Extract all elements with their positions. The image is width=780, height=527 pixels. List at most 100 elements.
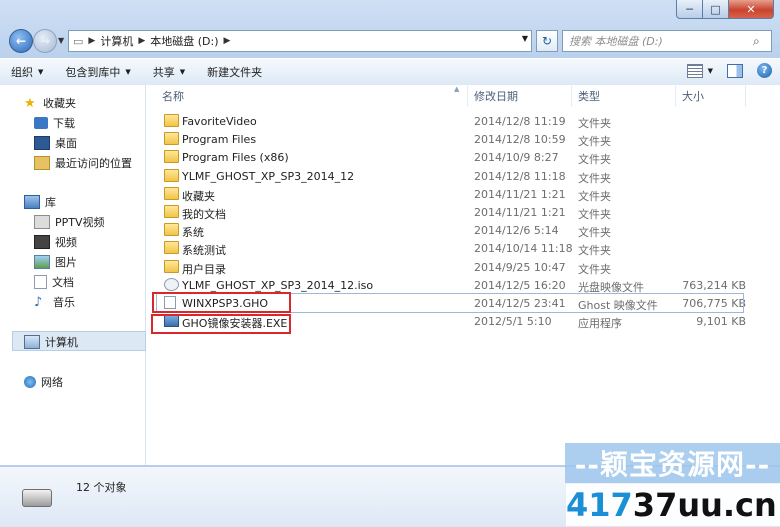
help-icon[interactable]: ? — [757, 63, 772, 78]
table-row[interactable]: 系统测试 2014/10/14 11:18 文件夹 — [156, 239, 746, 257]
chevron-right-icon[interactable]: ▶ — [137, 36, 146, 46]
sidebar-item-music[interactable]: ♪ 音乐 — [34, 294, 75, 310]
column-header-name[interactable]: 名称 — [156, 85, 468, 107]
view-list-icon — [686, 63, 703, 78]
chevron-right-icon[interactable]: ▶ — [87, 36, 96, 46]
sidebar-item-label: 下载 — [53, 117, 75, 130]
minimize-button[interactable]: ─ — [676, 0, 703, 19]
file-name: 收藏夹 — [182, 189, 215, 203]
file-name: 系统 — [182, 226, 204, 240]
sidebar-item-favorites[interactable]: ★ 收藏夹 — [24, 95, 76, 111]
refresh-icon: ↻ — [541, 34, 553, 48]
sidebar-item-pptv[interactable]: PPTV视频 — [34, 214, 105, 230]
watermark-banner: --颖宝资源网-- — [565, 443, 780, 483]
file-date: 2014/12/8 11:19 — [474, 115, 566, 128]
file-name: Program Files — [182, 133, 257, 147]
column-header-label: 类型 — [578, 90, 600, 103]
table-row[interactable]: 用户目录 2014/9/25 10:47 文件夹 — [156, 258, 746, 276]
file-date: 2014/12/8 10:59 — [474, 133, 566, 147]
file-type: 文件夹 — [578, 189, 611, 203]
search-icon[interactable]: ⌕ — [753, 34, 771, 49]
sidebar-item-desktop[interactable]: 桌面 — [34, 135, 77, 151]
sidebar-item-recent[interactable]: 最近访问的位置 — [34, 155, 132, 171]
breadcrumb-local-disk[interactable]: 本地磁盘 (D:) — [146, 33, 222, 49]
chevron-right-icon[interactable]: ▶ — [223, 36, 232, 46]
preview-pane-icon[interactable] — [727, 63, 743, 78]
sidebar-item-videos[interactable]: 视频 — [34, 234, 77, 250]
back-button[interactable]: ← — [9, 29, 33, 53]
file-type: 文件夹 — [578, 117, 611, 130]
picture-icon — [34, 255, 50, 269]
chevron-down-icon[interactable]: ▼ — [522, 34, 528, 43]
file-size: 763,214 KB — [682, 278, 746, 292]
sidebar-item-computer[interactable]: 计算机 — [24, 334, 78, 350]
chevron-down-icon: ▼ — [179, 68, 186, 76]
search-input[interactable]: 搜索 本地磁盘 (D:) ⌕ — [562, 30, 772, 52]
sidebar-item-label: 桌面 — [55, 137, 77, 150]
file-date: 2014/12/5 16:20 — [474, 278, 566, 292]
file-name: FavoriteVideo — [182, 115, 257, 128]
view-controls: ▼ ? — [686, 63, 772, 78]
file-type: 文件夹 — [578, 262, 611, 276]
column-header-label: 大小 — [682, 90, 704, 103]
highlight-box-gho — [152, 292, 291, 313]
column-header-date[interactable]: 修改日期 — [468, 85, 572, 107]
file-type: 文件夹 — [578, 244, 611, 258]
include-library-button[interactable]: 包含到库中 ▼ — [54, 64, 141, 80]
recent-pages-dropdown[interactable]: ▼ — [58, 36, 64, 45]
column-header-size[interactable]: 大小 — [676, 85, 746, 107]
file-name: 我的文档 — [182, 208, 226, 221]
star-icon: ★ — [24, 95, 36, 111]
sidebar-item-label: 图片 — [55, 256, 77, 269]
file-date: 2014/10/9 8:27 — [474, 151, 559, 165]
file-date: 2014/12/8 11:18 — [474, 169, 566, 183]
navigation-pane: ★ 收藏夹 下载 桌面 最近访问的位置 库 PPTV视频 视频 图片 文档 ♪ 音乐 — [0, 85, 146, 465]
refresh-button[interactable]: ↻ — [536, 30, 558, 52]
sidebar-item-label: 最近访问的位置 — [55, 157, 132, 170]
sidebar-item-label: 文档 — [52, 276, 74, 289]
table-row[interactable]: Program Files (x86) 2014/10/9 8:27 文件夹 — [156, 148, 746, 166]
file-size: 9,101 KB — [696, 315, 746, 329]
file-date: 2014/11/21 1:21 — [474, 187, 566, 201]
table-row[interactable]: 收藏夹 2014/11/21 1:21 文件夹 — [156, 185, 746, 203]
address-bar[interactable]: ▭ ▶ 计算机 ▶ 本地磁盘 (D:) ▶ ▼ — [68, 30, 532, 52]
file-name: Program Files (x86) — [182, 151, 289, 165]
table-row[interactable]: 系统 2014/12/6 5:14 文件夹 — [156, 221, 746, 239]
file-date: 2014/9/25 10:47 — [474, 260, 566, 274]
breadcrumb-computer[interactable]: 计算机 — [96, 33, 137, 49]
sidebar-item-libraries[interactable]: 库 — [24, 194, 56, 210]
column-header-label: 名称 — [162, 90, 184, 103]
file-name: 系统测试 — [182, 244, 226, 258]
change-view-button[interactable]: ▼ — [686, 63, 713, 78]
new-folder-button[interactable]: 新建文件夹 — [196, 64, 273, 80]
watermark-url-domain: 37uu.cn — [632, 486, 777, 524]
download-folder-icon — [34, 117, 48, 129]
drive-icon: ▭ — [73, 34, 84, 48]
folder-icon — [164, 259, 179, 273]
sidebar-item-documents[interactable]: 文档 — [34, 274, 74, 290]
sidebar-item-label: PPTV视频 — [55, 216, 105, 229]
music-note-icon: ♪ — [34, 294, 43, 310]
video-library-icon — [34, 215, 50, 229]
share-label: 共享 — [152, 66, 175, 79]
file-name: YLMF_GHOST_XP_SP3_2014_12.iso — [182, 278, 374, 292]
table-row[interactable]: Program Files 2014/12/8 10:59 文件夹 — [156, 130, 746, 148]
maximize-button[interactable]: □ — [703, 0, 729, 19]
sidebar-item-downloads[interactable]: 下载 — [34, 115, 75, 131]
table-row[interactable]: YLMF_GHOST_XP_SP3_2014_12 2014/12/8 11:18… — [156, 167, 746, 185]
file-date: 2012/5/1 5:10 — [474, 315, 552, 329]
table-row[interactable]: 我的文档 2014/11/21 1:21 文件夹 — [156, 203, 746, 221]
column-header-type[interactable]: 类型 — [572, 85, 676, 107]
chevron-down-icon: ▼ — [125, 68, 131, 76]
close-button[interactable]: ✕ — [729, 0, 774, 19]
table-row[interactable]: FavoriteVideo 2014/12/8 11:19 文件夹 — [156, 112, 746, 130]
file-list: 名称 ▲ 修改日期 类型 大小 FavoriteVideo 2014/12/8 1… — [146, 85, 780, 465]
share-button[interactable]: 共享 ▼ — [142, 64, 196, 80]
film-icon — [34, 235, 50, 249]
window-controls: ─ □ ✕ — [676, 0, 774, 19]
organize-button[interactable]: 组织 ▼ — [0, 64, 54, 80]
folder-icon — [164, 114, 179, 127]
sidebar-item-network[interactable]: 网络 — [24, 374, 63, 390]
forward-button[interactable]: → — [33, 29, 57, 53]
sidebar-item-pictures[interactable]: 图片 — [34, 254, 77, 270]
